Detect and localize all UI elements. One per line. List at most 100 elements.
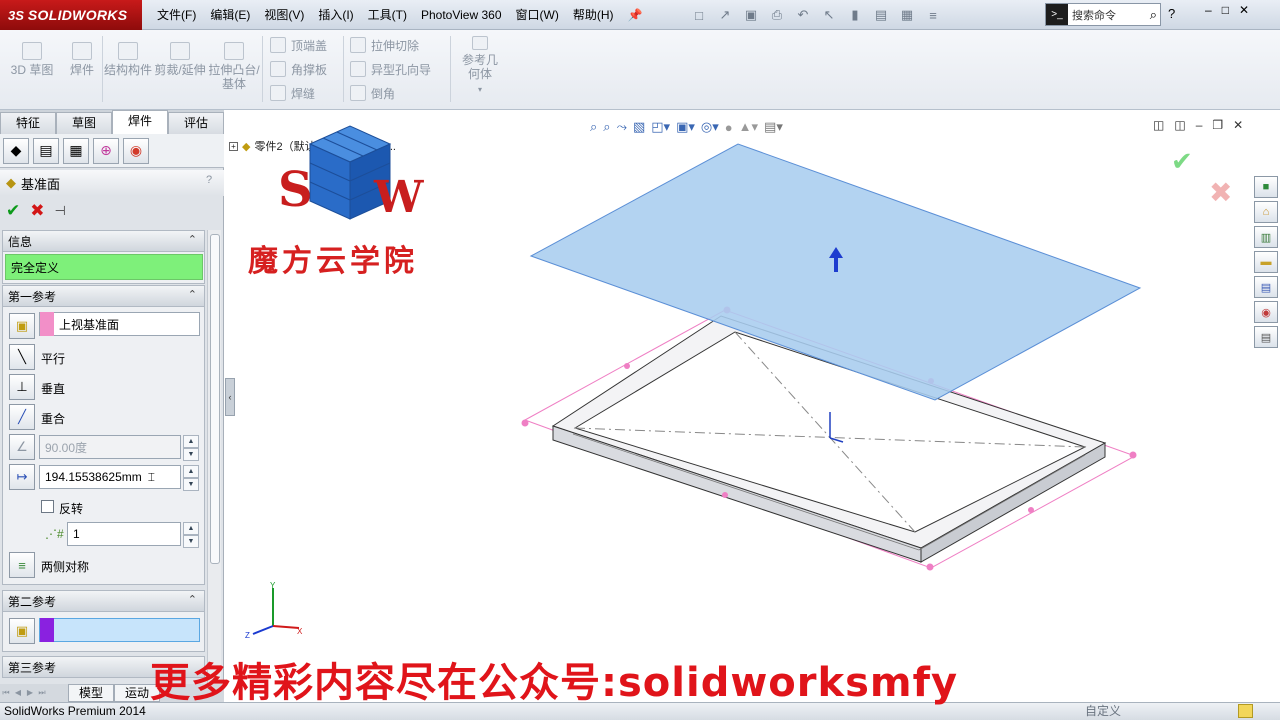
hole-wizard-button[interactable]: 异型孔向导 <box>350 59 431 79</box>
prev-tab-icon[interactable]: ◀ <box>12 686 24 700</box>
collapse-chevron-icon[interactable]: ⌃ <box>188 593 197 606</box>
home-icon[interactable]: ⌂ <box>1254 201 1278 223</box>
menu-insert[interactable]: 插入(I) <box>311 0 360 30</box>
minimize-icon[interactable]: – <box>1205 3 1212 17</box>
last-tab-icon[interactable]: ⏭ <box>36 686 48 700</box>
instances-spinner[interactable]: ▲ ▼ <box>183 522 199 548</box>
property-manager-icon[interactable]: ▤ <box>33 137 59 164</box>
tab-model[interactable]: 模型 <box>68 684 115 702</box>
selection-handle[interactable] <box>722 492 728 498</box>
menu-file[interactable]: 文件(F) <box>150 0 203 30</box>
menu-window[interactable]: 窗口(W) <box>509 0 566 30</box>
end-cap-button[interactable]: 顶端盖 <box>270 35 327 55</box>
configuration-manager-icon[interactable]: ▦ <box>63 137 89 164</box>
selection-handle[interactable] <box>521 419 529 427</box>
dimxpert-icon[interactable]: ⊕ <box>93 137 119 164</box>
new-document-icon[interactable]: □ <box>690 6 708 24</box>
search-command-box[interactable]: >_ 搜索命令 ⌕ <box>1045 3 1161 26</box>
second-reference-header[interactable]: 第二参考 ⌃ <box>2 590 205 612</box>
appearances-icon[interactable]: ◉ <box>1254 301 1278 323</box>
selection-handle[interactable] <box>1129 451 1137 459</box>
tab-weldments[interactable]: 焊件 <box>112 110 168 134</box>
3d-sketch-button[interactable]: 3D 草图 <box>6 42 58 77</box>
first-reference-selection[interactable]: 上视基准面 <box>39 312 200 336</box>
design-library-icon[interactable]: ▥ <box>1254 226 1278 248</box>
solidworks-logo[interactable]: 3S SOLIDWORKS <box>0 0 142 30</box>
scrollbar-thumb[interactable] <box>210 234 220 564</box>
customize-icon[interactable]: ≡ <box>924 6 942 24</box>
second-reference-selection[interactable] <box>39 618 200 642</box>
panel-scrollbar[interactable] <box>207 230 221 690</box>
menu-help[interactable]: 帮助(H) <box>566 0 621 30</box>
parallel-icon[interactable]: ╲ <box>9 344 35 370</box>
tab-evaluate[interactable]: 评估 <box>168 112 224 134</box>
search-icon[interactable]: ⌕ <box>1150 7 1160 23</box>
trim-extend-button[interactable]: 剪裁/延伸 <box>154 42 206 77</box>
menu-tools[interactable]: 工具(T) <box>361 0 414 30</box>
perpendicular-icon[interactable]: ⊥ <box>9 374 35 400</box>
structural-member-button[interactable]: 结构构件 <box>104 42 152 77</box>
coincident-icon[interactable]: ╱ <box>9 404 35 430</box>
menu-view[interactable]: 视图(V) <box>257 0 311 30</box>
gusset-label: 角撑板 <box>291 62 328 77</box>
extruded-boss-button[interactable]: 拉伸凸台/基体 <box>208 42 260 91</box>
pushpin-icon[interactable]: ⊣ <box>55 203 66 219</box>
flip-checkbox[interactable] <box>41 500 54 513</box>
select-icon[interactable]: ↖ <box>820 6 838 24</box>
help-question-icon[interactable]: ? <box>202 174 216 188</box>
offset-distance-icon[interactable]: ↦ <box>9 464 35 490</box>
collapse-chevron-icon[interactable]: ⌃ <box>188 233 197 246</box>
mid-plane-icon[interactable]: ≡ <box>9 552 35 578</box>
separator <box>262 36 263 102</box>
selection-handle[interactable] <box>926 563 934 571</box>
tag-icon[interactable] <box>1238 704 1253 718</box>
rebuild-icon[interactable]: ▮ <box>846 6 864 24</box>
selection-handle[interactable] <box>1028 507 1034 513</box>
search-input[interactable]: 搜索命令 <box>1068 7 1150 23</box>
info-section-header[interactable]: 信息 ⌃ <box>2 230 205 252</box>
extruded-cut-label: 拉伸切除 <box>371 38 420 53</box>
gusset-button[interactable]: 角撑板 <box>270 59 327 79</box>
help-icon[interactable]: ? <box>1168 6 1175 21</box>
ok-check-icon[interactable]: ✔ <box>6 201 20 221</box>
feature-manager-icon[interactable]: ◆ <box>3 137 29 164</box>
menu-photoview[interactable]: PhotoView 360 <box>414 0 509 30</box>
file-explorer-icon[interactable]: ▬ <box>1254 251 1278 273</box>
solidworks-resources-icon[interactable]: ■ <box>1254 176 1278 198</box>
close-icon[interactable]: ✕ <box>1239 3 1249 17</box>
weldment-button[interactable]: 焊件 <box>56 42 108 77</box>
open-icon[interactable]: ↗ <box>716 6 734 24</box>
tab-sketch[interactable]: 草图 <box>56 112 112 134</box>
chamfer-button[interactable]: 倒角 <box>350 83 395 103</box>
first-tab-icon[interactable]: ⏮ <box>0 686 12 700</box>
angle-icon[interactable]: ∠ <box>9 434 35 460</box>
status-custom-label[interactable]: 自定义 <box>1085 703 1121 720</box>
menu-edit[interactable]: 编辑(E) <box>203 0 257 30</box>
first-reference-value: 上视基准面 <box>59 317 120 332</box>
extruded-cut-button[interactable]: 拉伸切除 <box>350 35 419 55</box>
undo-icon[interactable]: ↶ <box>794 6 812 24</box>
display-manager-icon[interactable]: ◉ <box>123 137 149 164</box>
cancel-x-icon[interactable]: ✖ <box>30 201 44 221</box>
save-icon[interactable]: ▣ <box>742 6 760 24</box>
instances-field[interactable]: 1 <box>67 522 181 546</box>
tab-features[interactable]: 特征 <box>0 112 56 134</box>
first-reference-header[interactable]: 第一参考 ⌃ <box>2 285 205 307</box>
collapse-chevron-icon[interactable]: ⌃ <box>188 288 197 301</box>
file-properties-icon[interactable]: ▤ <box>872 6 890 24</box>
reference-plane-icon: ▣ <box>9 618 35 644</box>
weld-bead-button[interactable]: 焊缝 <box>270 83 315 103</box>
pin-icon[interactable]: 📌 <box>621 0 650 30</box>
view-palette-icon[interactable]: ▤ <box>1254 276 1278 298</box>
reference-geometry-button[interactable]: 参考几何体 ▾ <box>454 36 506 97</box>
custom-properties-icon[interactable]: ▤ <box>1254 326 1278 348</box>
offset-distance-spinner[interactable]: ▲ ▼ <box>183 465 199 491</box>
selection-handle[interactable] <box>624 363 630 369</box>
menu-bar: 3S SOLIDWORKS 文件(F) 编辑(E) 视图(V) 插入(I) 工具… <box>0 0 1280 30</box>
print-icon[interactable]: ⎙ <box>768 6 786 24</box>
options-icon[interactable]: ▦ <box>898 6 916 24</box>
restore-icon[interactable]: □ <box>1222 3 1229 17</box>
offset-distance-field[interactable]: 194.15538625mm ⌶ <box>39 465 181 489</box>
next-tab-icon[interactable]: ▶ <box>24 686 36 700</box>
panel-splitter-handle[interactable]: ‹ <box>225 378 235 416</box>
